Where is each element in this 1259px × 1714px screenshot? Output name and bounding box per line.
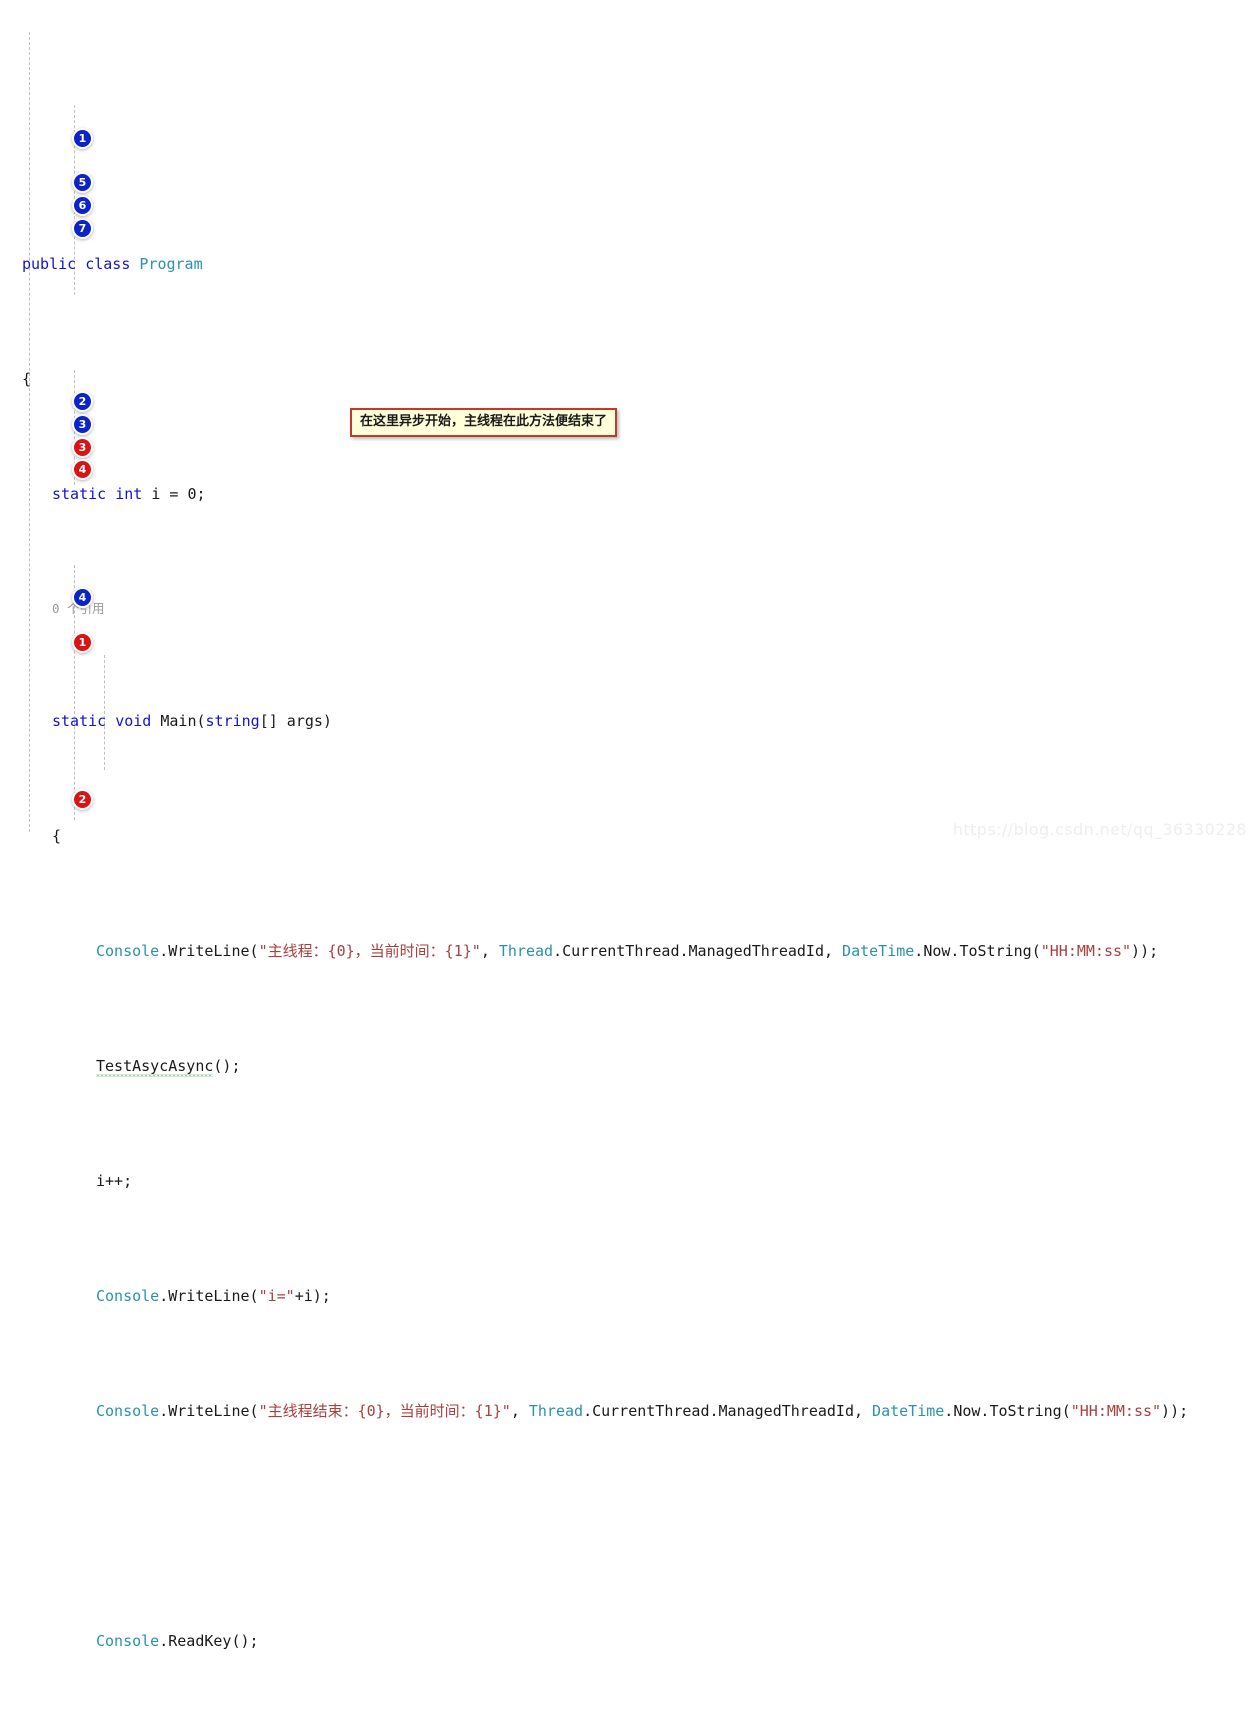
type-thread: Thread [528,1402,584,1420]
keyword-void: void [115,712,152,730]
line-end: (); [213,1057,241,1075]
code-line[interactable]: Console.ReadKey(); [0,1630,1259,1653]
main-params: [] args) [259,712,332,730]
line-end: +i); [294,1287,331,1305]
type-console: Console [96,1402,160,1420]
comma: , [480,942,499,960]
string-format: "HH:MM:ss" [1040,942,1132,960]
string-literal: "主线程结束：{0}，当前时间：{1}" [258,1402,511,1420]
step-badge-4-getreturn-writeline[interactable]: 4 [74,589,91,606]
step-badge-2-testasyc-writeline[interactable]: 2 [74,393,91,410]
codelens-main[interactable]: 0 个引用 [0,598,1259,618]
code-line[interactable]: public class Program [0,253,1259,276]
keyword-class: class [85,255,131,273]
annotation-tooltip: 在这里异步开始，主线程在此方法便结束了 [350,408,618,437]
keyword-int: int [115,485,143,503]
step-badge-2-getreturn-return-s[interactable]: 2 [74,791,91,808]
member-access: .CurrentThread.ManagedThreadId, [583,1402,873,1420]
type-datetime: DateTime [872,1402,945,1420]
type-datetime: DateTime [842,942,915,960]
method-main: Main( [160,712,206,730]
code-line[interactable]: i++; [0,1170,1259,1193]
string-literal: "主线程：{0}，当前时间：{1}" [258,942,481,960]
keyword-public: public [22,255,77,273]
code-line[interactable]: static int i = 0; [0,483,1259,506]
call-tostring: .Now.ToString( [914,942,1041,960]
annotation-tooltip-text: 在这里异步开始，主线程在此方法便结束了 [360,414,608,429]
member-access: .CurrentThread.ManagedThreadId, [553,942,843,960]
brace: { [52,827,62,845]
call-testasycasync: TestAsycAsync [96,1057,214,1079]
type-thread: Thread [498,942,554,960]
code-line[interactable]: Console.WriteLine("i="+i); [0,1285,1259,1308]
keyword-string: string [205,712,260,730]
type-program: Program [139,255,203,273]
code-line-blank[interactable] [0,1515,1259,1538]
step-badge-1-getreturn-int-s[interactable]: 1 [74,634,91,651]
call-writeline: .WriteLine( [159,1402,259,1420]
step-badge-3-testasyc-writeline-i[interactable]: 3 [74,439,91,456]
string-format: "HH:MM:ss" [1070,1402,1162,1420]
step-badge-6-main-writeline-i[interactable]: 6 [74,197,91,214]
call-writeline: .WriteLine( [159,942,259,960]
increment-i: i++; [96,1172,133,1190]
call-readkey: .ReadKey(); [159,1632,259,1650]
line-end: )); [1161,1402,1189,1420]
decl-i: i = 0; [151,485,206,503]
string-literal: "i=" [258,1287,295,1305]
keyword-static: static [52,485,107,503]
type-console: Console [96,1632,160,1650]
type-console: Console [96,942,160,960]
line-end: )); [1131,942,1159,960]
step-badge-3-testasyc-await[interactable]: 3 [74,416,91,433]
code-line[interactable]: { [0,368,1259,391]
step-badge-7-main-writeline-end[interactable]: 7 [74,220,91,237]
code-line[interactable]: Console.WriteLine("主线程结束：{0}，当前时间：{1}", … [0,1400,1259,1423]
keyword-static: static [52,712,107,730]
comma: , [510,1402,529,1420]
call-tostring: .Now.ToString( [944,1402,1071,1420]
step-badge-4-testasyc-writeline-2[interactable]: 4 [74,461,91,478]
code-editor[interactable]: public class Program { static int i = 0;… [0,0,1259,1650]
brace: { [22,370,32,388]
code-line[interactable]: static void Main(string[] args) [0,710,1259,733]
type-console: Console [96,1287,160,1305]
code-line[interactable]: TestAsycAsync(); [0,1055,1259,1078]
code-line[interactable]: Console.WriteLine("主线程：{0}，当前时间：{1}", Th… [0,940,1259,963]
step-badge-5-main-increment[interactable]: 5 [74,174,91,191]
watermark: https://blog.csdn.net/qq_36330228 [952,820,1247,839]
step-badge-1-main-writeline[interactable]: 1 [74,130,91,147]
call-writeline: .WriteLine( [159,1287,259,1305]
